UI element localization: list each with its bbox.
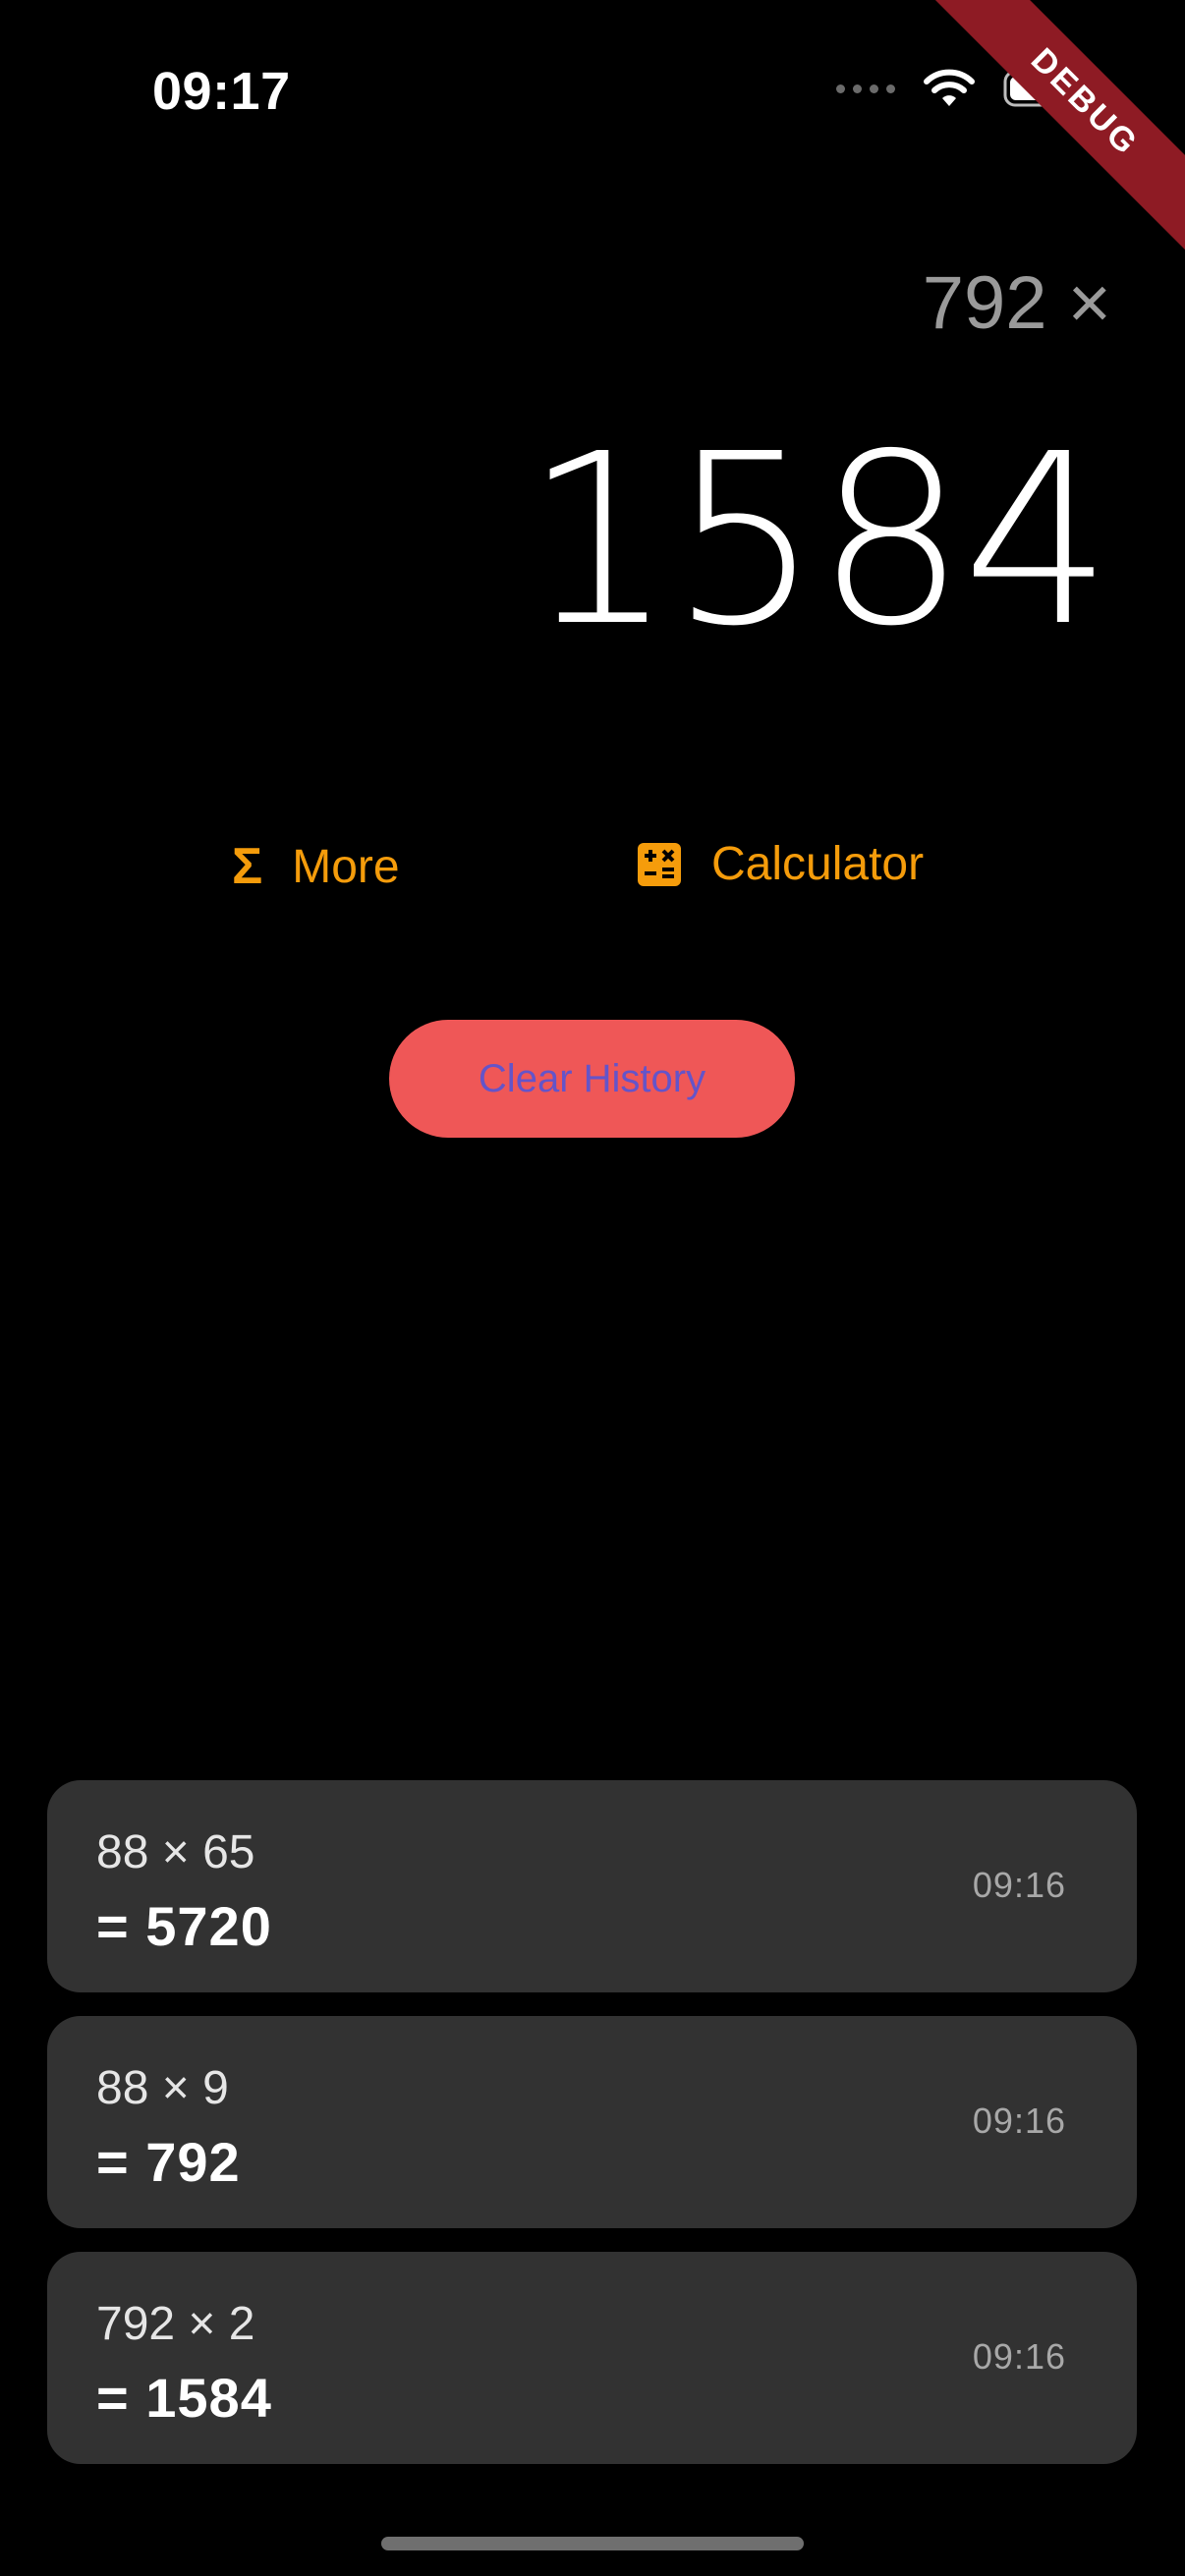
clear-history-button[interactable]: Clear History bbox=[389, 1020, 795, 1138]
history-list: 88 × 65 = 5720 09:16 88 × 9 = 792 09:16 … bbox=[47, 1780, 1137, 2488]
history-expression: 88 × 9 bbox=[96, 2062, 229, 2114]
history-time: 09:16 bbox=[972, 2100, 1066, 2141]
status-time: 09:17 bbox=[152, 62, 291, 121]
debug-banner: DEBUG bbox=[929, 0, 1185, 258]
history-item[interactable]: 88 × 9 = 792 09:16 bbox=[47, 2016, 1137, 2228]
history-result: = 1584 bbox=[96, 2367, 272, 2429]
history-time: 09:16 bbox=[972, 1865, 1066, 1905]
home-indicator[interactable] bbox=[381, 2537, 804, 2550]
calculator-icon bbox=[638, 842, 681, 886]
history-time: 09:16 bbox=[972, 2336, 1066, 2377]
signal-icon bbox=[836, 84, 895, 93]
more-button[interactable]: Σ More bbox=[232, 837, 400, 896]
history-result: = 5720 bbox=[96, 1895, 272, 1957]
calculator-button[interactable]: Calculator bbox=[637, 837, 924, 891]
result-display: 1584 bbox=[524, 403, 1112, 678]
calculator-label: Calculator bbox=[711, 838, 925, 890]
history-item[interactable]: 88 × 65 = 5720 09:16 bbox=[47, 1780, 1137, 1992]
sigma-icon: Σ bbox=[232, 838, 263, 895]
expression-display: 792 × bbox=[922, 261, 1111, 345]
history-item[interactable]: 792 × 2 = 1584 09:16 bbox=[47, 2252, 1137, 2464]
wifi-icon bbox=[924, 69, 975, 106]
history-expression: 88 × 65 bbox=[96, 1826, 255, 1878]
more-label: More bbox=[292, 840, 400, 893]
history-expression: 792 × 2 bbox=[96, 2298, 255, 2350]
history-result: = 792 bbox=[96, 2131, 241, 2193]
